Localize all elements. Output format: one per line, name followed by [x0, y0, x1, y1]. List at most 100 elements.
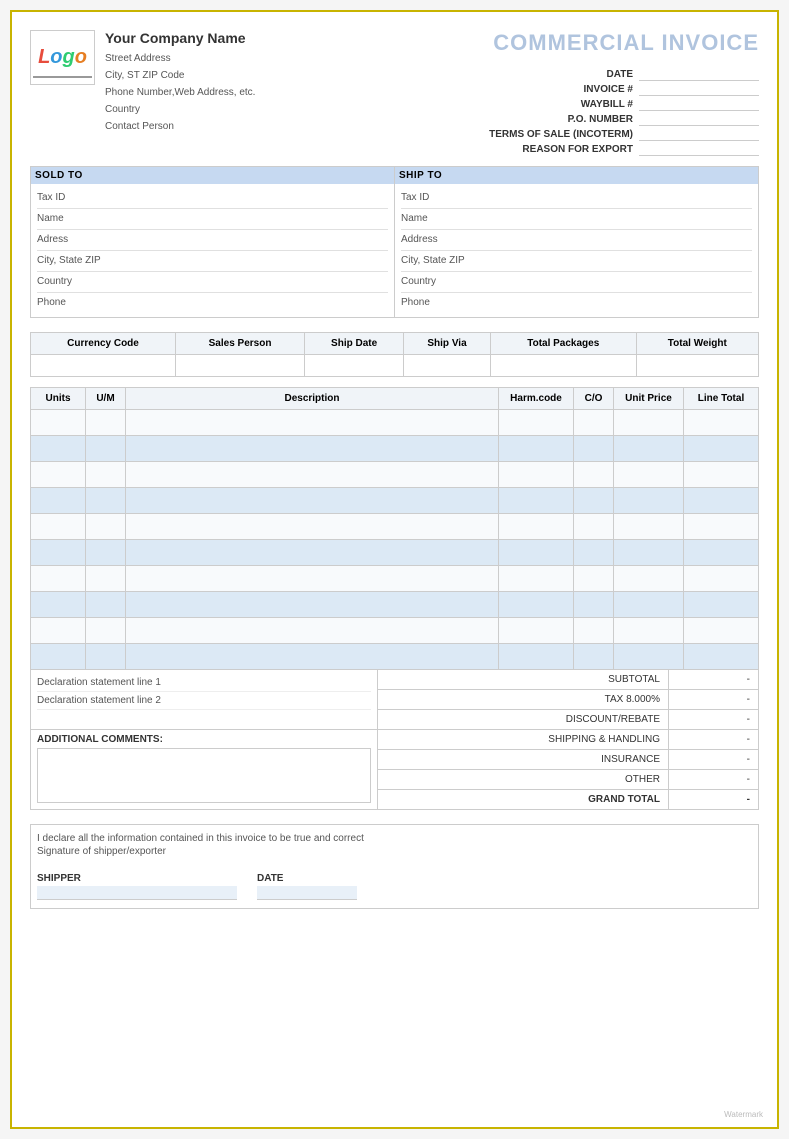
item-cell[interactable]	[614, 618, 684, 644]
item-cell[interactable]	[31, 566, 86, 592]
item-cell[interactable]	[499, 644, 574, 670]
item-cell[interactable]	[86, 540, 126, 566]
shipper-line[interactable]	[37, 886, 237, 900]
grand-total-row: GRAND TOTAL -	[378, 790, 758, 809]
shipping-via[interactable]	[404, 355, 491, 377]
invoice-value[interactable]	[639, 83, 759, 96]
item-cell[interactable]	[614, 488, 684, 514]
item-cell[interactable]	[31, 410, 86, 436]
item-cell[interactable]	[31, 540, 86, 566]
comments-input[interactable]	[37, 748, 371, 803]
item-cell[interactable]	[31, 514, 86, 540]
discount-value: -	[668, 710, 758, 729]
item-cell[interactable]	[86, 644, 126, 670]
item-cell[interactable]	[31, 462, 86, 488]
item-cell[interactable]	[574, 436, 614, 462]
item-cell[interactable]	[499, 514, 574, 540]
item-cell[interactable]	[31, 436, 86, 462]
shipping-currency[interactable]	[31, 355, 176, 377]
item-cell[interactable]	[86, 618, 126, 644]
waybill-value[interactable]	[639, 98, 759, 111]
item-cell[interactable]	[499, 436, 574, 462]
item-cell[interactable]	[499, 592, 574, 618]
item-cell[interactable]	[499, 462, 574, 488]
item-cell[interactable]	[614, 410, 684, 436]
item-cell[interactable]	[574, 514, 614, 540]
other-label: OTHER	[378, 770, 668, 789]
item-cell[interactable]	[684, 488, 759, 514]
item-cell[interactable]	[499, 488, 574, 514]
item-cell[interactable]	[126, 514, 499, 540]
tax-value: -	[668, 690, 758, 709]
items-table: Units U/M Description Harm.code C/O Unit…	[30, 387, 759, 670]
po-value[interactable]	[639, 113, 759, 126]
item-cell[interactable]	[499, 618, 574, 644]
item-cell[interactable]	[86, 488, 126, 514]
item-cell[interactable]	[86, 514, 126, 540]
item-cell[interactable]	[684, 436, 759, 462]
item-cell[interactable]	[574, 618, 614, 644]
item-cell[interactable]	[126, 566, 499, 592]
signature-label: Signature of shipper/exporter	[37, 846, 752, 857]
item-cell[interactable]	[499, 410, 574, 436]
item-cell[interactable]	[684, 644, 759, 670]
sold-to-country: Country	[37, 272, 388, 293]
address-section: SOLD TO Tax ID Name Adress City, State Z…	[30, 166, 759, 318]
item-cell[interactable]	[31, 644, 86, 670]
item-cell[interactable]	[126, 644, 499, 670]
item-cell[interactable]	[86, 592, 126, 618]
col-unitprice: Unit Price	[614, 388, 684, 410]
shipping-packages[interactable]	[490, 355, 636, 377]
reason-label: REASON FOR EXPORT	[522, 144, 633, 155]
item-cell[interactable]	[86, 566, 126, 592]
reason-value[interactable]	[639, 143, 759, 156]
item-cell[interactable]	[684, 410, 759, 436]
comments-label: ADDITIONAL COMMENTS:	[37, 734, 371, 745]
item-cell[interactable]	[499, 566, 574, 592]
item-cell[interactable]	[574, 540, 614, 566]
item-cell[interactable]	[126, 540, 499, 566]
item-cell[interactable]	[614, 436, 684, 462]
item-cell[interactable]	[614, 514, 684, 540]
item-cell[interactable]	[31, 618, 86, 644]
item-cell[interactable]	[574, 462, 614, 488]
shipping-date[interactable]	[305, 355, 404, 377]
col-weight: Total Weight	[636, 333, 758, 355]
item-cell[interactable]	[86, 410, 126, 436]
item-cell[interactable]	[126, 436, 499, 462]
item-cell[interactable]	[574, 566, 614, 592]
shipping-salesperson[interactable]	[176, 355, 305, 377]
item-cell[interactable]	[684, 618, 759, 644]
item-cell[interactable]	[684, 540, 759, 566]
item-cell[interactable]	[614, 644, 684, 670]
item-cell[interactable]	[86, 462, 126, 488]
item-cell[interactable]	[684, 566, 759, 592]
item-cell[interactable]	[574, 644, 614, 670]
item-cell[interactable]	[574, 592, 614, 618]
terms-value[interactable]	[639, 128, 759, 141]
item-cell[interactable]	[126, 618, 499, 644]
item-cell[interactable]	[126, 410, 499, 436]
item-cell[interactable]	[31, 592, 86, 618]
item-cell[interactable]	[126, 462, 499, 488]
item-cell[interactable]	[684, 514, 759, 540]
item-cell[interactable]	[614, 566, 684, 592]
item-cell[interactable]	[684, 462, 759, 488]
date-sig-line[interactable]	[257, 886, 357, 900]
item-cell[interactable]	[614, 592, 684, 618]
subtotal-row: SUBTOTAL -	[378, 670, 758, 690]
item-cell[interactable]	[126, 592, 499, 618]
item-cell[interactable]	[86, 436, 126, 462]
discount-row: DISCOUNT/REBATE -	[378, 710, 758, 729]
item-cell[interactable]	[684, 592, 759, 618]
item-cell[interactable]	[126, 488, 499, 514]
item-cell[interactable]	[31, 488, 86, 514]
declaration-line2: Declaration statement line 2	[37, 692, 371, 710]
item-cell[interactable]	[614, 540, 684, 566]
date-value[interactable]	[639, 68, 759, 81]
item-cell[interactable]	[499, 540, 574, 566]
item-cell[interactable]	[574, 410, 614, 436]
item-cell[interactable]	[574, 488, 614, 514]
item-cell[interactable]	[614, 462, 684, 488]
shipping-weight[interactable]	[636, 355, 758, 377]
